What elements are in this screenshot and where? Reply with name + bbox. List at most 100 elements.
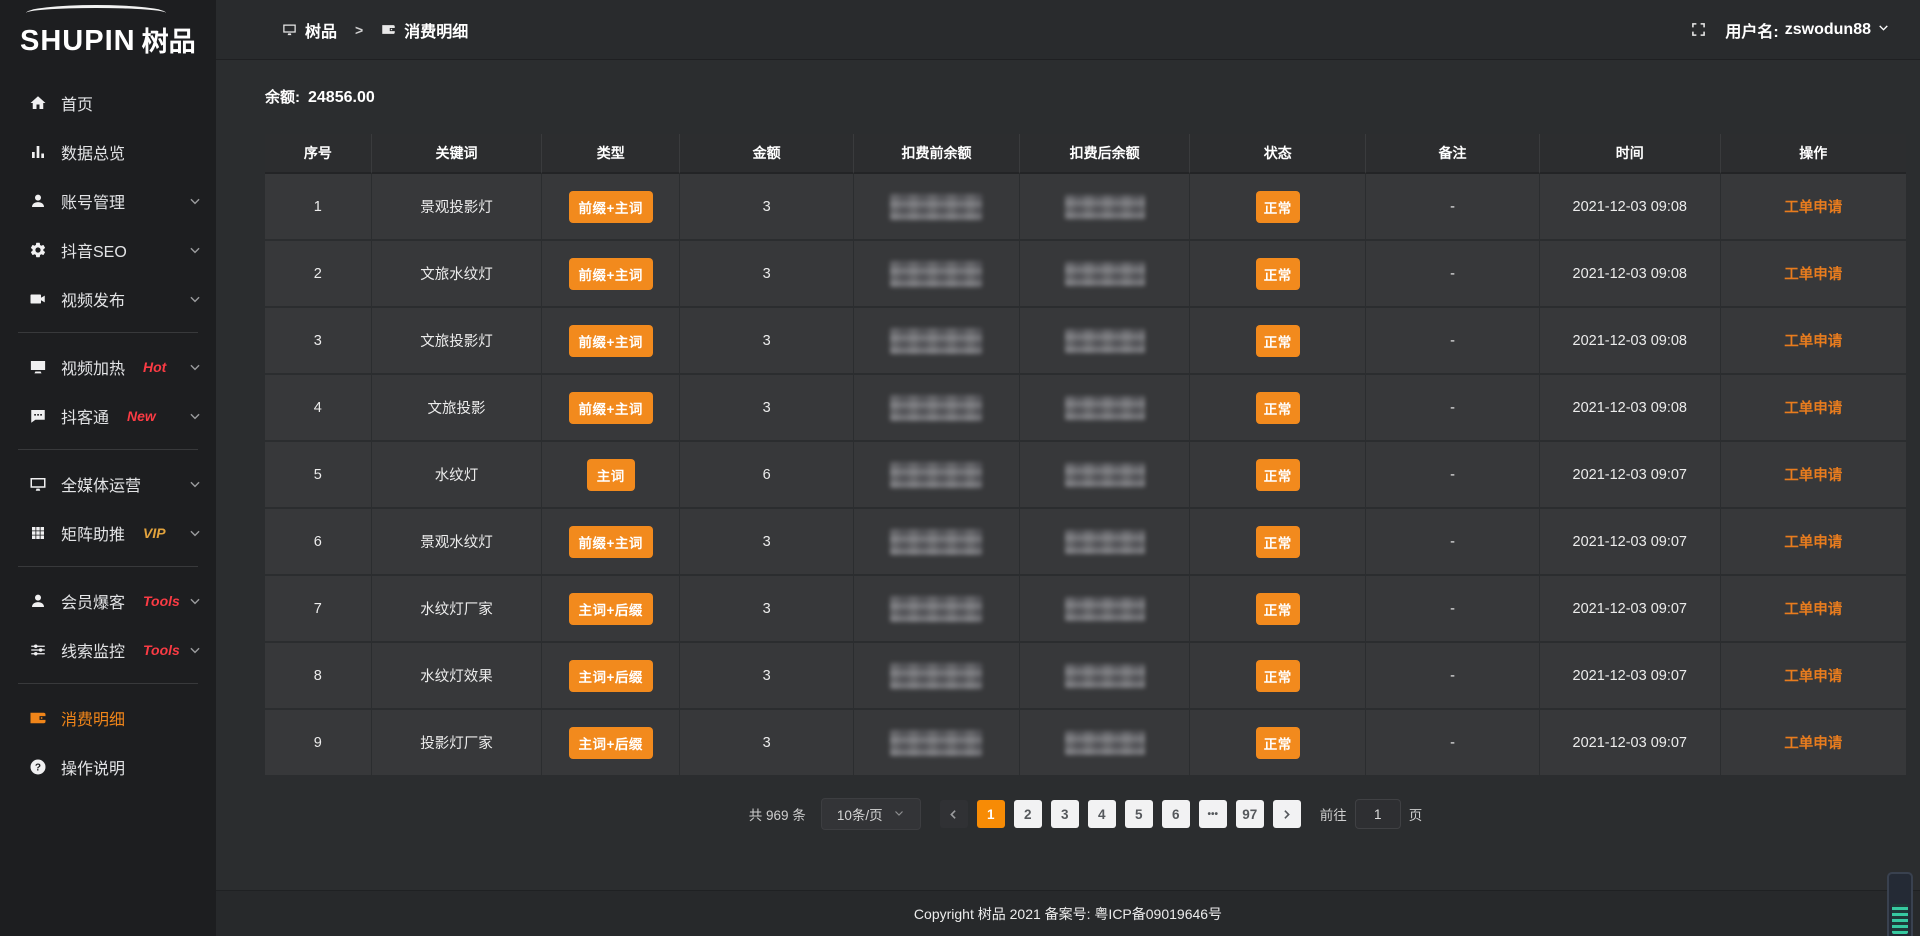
- work-order-link[interactable]: 工单申请: [1784, 334, 1842, 350]
- next-page-button[interactable]: [1273, 800, 1301, 828]
- sidebar-item-10[interactable]: 会员爆客Tools: [0, 576, 216, 625]
- cell-status: 正常: [1190, 710, 1366, 777]
- sidebar-item-label: 会员爆客: [61, 589, 125, 613]
- monitor-icon: [282, 22, 297, 37]
- work-order-link[interactable]: 工单申请: [1784, 468, 1842, 484]
- cell-action: 工单申请: [1721, 643, 1907, 710]
- type-badge: 前缀+主词: [569, 392, 653, 424]
- cell-time: 2021-12-03 09:07: [1540, 442, 1721, 509]
- cell-action: 工单申请: [1721, 241, 1907, 308]
- page-ellipsis-button[interactable]: •••: [1199, 800, 1227, 828]
- chevron-down-icon: [1877, 21, 1890, 39]
- column-header: 金额: [680, 134, 854, 174]
- content-area: 余额:24856.00 序号关键词类型金额扣费前余额扣费后余额状态备注时间操作 …: [216, 60, 1920, 890]
- sidebar-item-badge: Hot: [143, 359, 166, 375]
- goto-page-input[interactable]: [1355, 799, 1401, 829]
- sidebar-item-6[interactable]: 视频加热Hot: [0, 342, 216, 391]
- cell-remark: -: [1366, 308, 1540, 375]
- fullscreen-icon[interactable]: [1690, 21, 1707, 38]
- cell-remark: -: [1366, 442, 1540, 509]
- prev-page-button[interactable]: [940, 800, 968, 828]
- sidebar-item-8[interactable]: 全媒体运营: [0, 459, 216, 508]
- sidebar-item-7[interactable]: 抖客通 New: [0, 391, 216, 440]
- cell-keyword: 水纹灯厂家: [372, 576, 543, 643]
- chevron-down-icon: [893, 807, 905, 822]
- sidebar-item-2[interactable]: 数据总览: [0, 127, 216, 176]
- masked-value: [1065, 597, 1145, 621]
- page-button-97[interactable]: 97: [1236, 800, 1264, 828]
- cell-remark: -: [1366, 710, 1540, 777]
- sidebar-item-4[interactable]: 抖音SEO: [0, 225, 216, 274]
- type-badge: 主词: [587, 459, 635, 491]
- chevron-down-icon: [188, 292, 202, 306]
- sidebar-item-11[interactable]: 线索监控Tools: [0, 625, 216, 674]
- sidebar-divider: [18, 566, 198, 567]
- cell-amount: 3: [680, 710, 854, 777]
- page-button-6[interactable]: 6: [1162, 800, 1190, 828]
- cell-time: 2021-12-03 09:07: [1540, 509, 1721, 576]
- chevron-down-icon: [188, 594, 202, 608]
- table-row: 9投影灯厂家主词+后缀3正常-2021-12-03 09:07工单申请: [265, 710, 1906, 777]
- cell-type: 主词+后缀: [542, 576, 680, 643]
- cell-keyword: 水纹灯: [372, 442, 543, 509]
- status-badge: 正常: [1256, 660, 1300, 692]
- cell-amount: 3: [680, 509, 854, 576]
- username-label: 用户名:: [1725, 18, 1778, 42]
- breadcrumb-item-home[interactable]: 树品: [305, 18, 337, 42]
- goto-suffix: 页: [1409, 804, 1423, 824]
- sidebar-item-label: 全媒体运营: [61, 472, 141, 496]
- sidebar-divider: [18, 449, 198, 450]
- cell-type: 主词: [542, 442, 680, 509]
- page-button-4[interactable]: 4: [1088, 800, 1116, 828]
- cell-keyword: 文旅投影: [372, 375, 543, 442]
- cell-post-balance-masked: [1020, 442, 1191, 509]
- work-order-link[interactable]: 工单申请: [1784, 736, 1842, 752]
- sidebar-item-label: 抖客通: [61, 404, 109, 428]
- chat-icon: [28, 406, 47, 425]
- masked-value: [890, 663, 982, 689]
- chevron-down-icon: [188, 409, 202, 423]
- balance-label: 余额:: [265, 89, 300, 106]
- cell-index: 8: [265, 643, 372, 710]
- column-header: 扣费后余额: [1020, 134, 1191, 174]
- sidebar-item-3[interactable]: 账号管理: [0, 176, 216, 225]
- sidebar-item-9[interactable]: 矩阵助推VIP: [0, 508, 216, 557]
- page-button-3[interactable]: 3: [1051, 800, 1079, 828]
- work-order-link[interactable]: 工单申请: [1784, 669, 1842, 685]
- type-badge: 主词+后缀: [569, 660, 653, 692]
- goto-label: 前往: [1320, 804, 1347, 824]
- floating-widget[interactable]: [1887, 872, 1913, 936]
- brand-logo[interactable]: SHUPIN 树品: [0, 0, 216, 66]
- cell-remark: -: [1366, 643, 1540, 710]
- member-icon: [28, 591, 47, 610]
- cell-pre-balance-masked: [854, 174, 1020, 241]
- footer: Copyright 树品 2021 备案号: 粤ICP备09019646号: [216, 890, 1920, 936]
- user-dropdown[interactable]: 用户名: zswodun88: [1725, 18, 1890, 42]
- sidebar-item-13[interactable]: ?操作说明: [0, 742, 216, 791]
- column-header: 状态: [1190, 134, 1366, 174]
- column-header: 操作: [1721, 134, 1907, 174]
- sidebar-item-badge: New: [127, 408, 156, 424]
- type-badge: 前缀+主词: [569, 258, 653, 290]
- work-order-link[interactable]: 工单申请: [1784, 535, 1842, 551]
- cell-amount: 3: [680, 576, 854, 643]
- cell-time: 2021-12-03 09:07: [1540, 710, 1721, 777]
- sidebar-item-5[interactable]: 视频发布: [0, 274, 216, 323]
- work-order-link[interactable]: 工单申请: [1784, 200, 1842, 216]
- sidebar-item-1[interactable]: 首页: [0, 78, 216, 127]
- page-button-1[interactable]: 1: [977, 800, 1005, 828]
- page-button-5[interactable]: 5: [1125, 800, 1153, 828]
- cell-amount: 3: [680, 174, 854, 241]
- work-order-link[interactable]: 工单申请: [1784, 267, 1842, 283]
- page-size-select[interactable]: 10条/页: [821, 798, 921, 830]
- sidebar-item-12[interactable]: 消费明细: [0, 693, 216, 742]
- chevron-down-icon: [188, 643, 202, 657]
- page-button-2[interactable]: 2: [1014, 800, 1042, 828]
- work-order-link[interactable]: 工单申请: [1784, 401, 1842, 417]
- work-order-link[interactable]: 工单申请: [1784, 602, 1842, 618]
- balance-value: 24856.00: [308, 89, 375, 106]
- cell-type: 前缀+主词: [542, 509, 680, 576]
- masked-value: [1065, 396, 1145, 420]
- cell-amount: 6: [680, 442, 854, 509]
- breadcrumb-item-current[interactable]: 消费明细: [404, 18, 468, 42]
